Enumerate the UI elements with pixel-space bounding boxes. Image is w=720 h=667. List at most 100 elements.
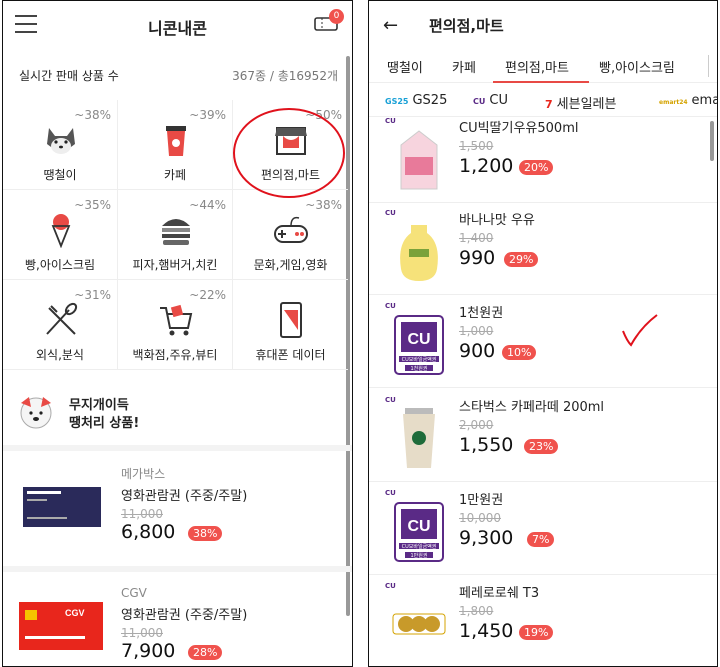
promo-text: 무지개이득 땡처리 상품!: [69, 397, 139, 433]
back-arrow-icon[interactable]: ←: [383, 15, 398, 36]
product-row[interactable]: CU 스타벅스 카페라떼 200ml 2,000 1,550 23%: [369, 388, 717, 482]
product-old-price: 10,000: [459, 511, 501, 525]
item-price: 7,900: [121, 640, 176, 662]
gs25-logo-icon: GS25: [385, 97, 409, 106]
fork-spoon-icon: [46, 302, 78, 335]
category-tabs: 땡철이 카페 편의점,마트 빵,아이스크림: [369, 49, 717, 83]
product-row[interactable]: CU CU빅딸기우유500ml 1,500 1,200 20%: [369, 109, 717, 203]
category-bread[interactable]: ~35% 빵,아이스크림: [3, 190, 118, 280]
stats-value: 367종 / 총16952개: [232, 69, 338, 83]
item-old-price: 11,000: [121, 507, 163, 521]
tab-convenience[interactable]: 편의점,마트: [505, 57, 569, 76]
product-name: 1만원권: [459, 493, 504, 508]
product-price: 1,450: [459, 620, 514, 642]
item-old-price: 11,000: [121, 626, 163, 640]
banana-milk-image: [400, 225, 438, 281]
category-pct: ~22%: [189, 288, 226, 302]
category-cafe[interactable]: ~39% 카페: [118, 100, 233, 190]
coffee-cup-icon: [166, 126, 186, 156]
list-item[interactable]: CGV CGV 영화관람권 (주중/주말) 11,000 7,900 28%: [3, 572, 352, 666]
cu-voucher-image: CU CU모바일금액권 1만원권: [394, 502, 444, 562]
brand-emart24[interactable]: emart24 ema: [659, 93, 718, 108]
discount-badge: 10%: [502, 345, 537, 360]
brand-gs25[interactable]: GS25 GS25: [385, 93, 447, 108]
phone-icon: [280, 302, 302, 338]
cu-logo-icon: CU: [473, 97, 486, 106]
starbucks-latte-image: [403, 408, 435, 468]
svg-text:CU: CU: [407, 331, 430, 348]
category-label: 카페: [163, 168, 187, 182]
product-name: 페레로로쉐 T3: [459, 586, 540, 601]
category-pct: ~35%: [74, 198, 111, 212]
product-price: 1,200: [459, 155, 514, 177]
list-item[interactable]: 메가박스 영화관람권 (주중/주말) 11,000 6,800 38%: [3, 451, 352, 566]
item-name: 영화관람권 (주중/주말): [121, 608, 248, 623]
product-price: 9,300: [459, 527, 514, 549]
category-pizza[interactable]: ~44% 피자,햄버거,치킨: [118, 190, 233, 280]
item-price: 6,800: [121, 521, 176, 543]
product-price: 900: [459, 340, 496, 362]
product-row[interactable]: CU 바나나맛 우유 1,400 990 29%: [369, 201, 717, 295]
cu-brand-logo-icon: CU: [385, 396, 396, 404]
discount-badge: 23%: [524, 439, 559, 454]
megabox-ticket-image: [23, 487, 101, 527]
product-old-price: 1,400: [459, 231, 494, 245]
item-brand: CGV: [121, 586, 147, 600]
category-pct: ~39%: [189, 108, 226, 122]
product-old-price: 2,000: [459, 418, 494, 432]
category-pct: ~44%: [189, 198, 226, 212]
category-culture[interactable]: ~38% 문화,게임,영화: [233, 190, 348, 280]
product-row[interactable]: CU CU CU모바일금액권 1천원권 1천원권 1,000 900 10%: [369, 294, 717, 388]
tab-ddaengcheol[interactable]: 땡철이: [387, 57, 423, 76]
cu-brand-logo-icon: CU: [385, 302, 396, 310]
promo-banner[interactable]: 무지개이득 땡처리 상품!: [17, 393, 338, 437]
active-tab-indicator: [493, 81, 589, 83]
category-label: 문화,게임,영화: [253, 258, 328, 272]
tab-overflow-divider: [708, 55, 709, 77]
gamepad-icon: [274, 216, 308, 243]
ticket-count-badge: 0: [329, 9, 344, 24]
tab-bread[interactable]: 빵,아이스크림: [599, 57, 675, 76]
promo-line1: 무지개이득: [69, 398, 129, 413]
item-brand: 메가박스: [121, 467, 166, 481]
tab-cafe[interactable]: 카페: [452, 57, 476, 76]
category-label: 백화점,주유,뷰티: [132, 348, 218, 362]
brand-label: ema: [691, 93, 718, 108]
cu-brand-logo-icon: CU: [385, 489, 396, 497]
brand-label: GS25: [412, 93, 448, 108]
category-department[interactable]: ~22% 백화점,주유,뷰티: [118, 280, 233, 370]
cu-brand-logo-icon: CU: [385, 117, 396, 125]
discount-badge: 19%: [519, 625, 554, 640]
product-old-price: 1,000: [459, 324, 494, 338]
product-price: 990: [459, 247, 496, 269]
product-old-price: 1,500: [459, 139, 494, 153]
burger-icon: [162, 219, 190, 245]
voucher-value: 1만원권: [411, 552, 428, 559]
page-header: ← 편의점,마트: [369, 1, 717, 49]
product-row[interactable]: CU CU CU모바일금액권 1만원권 1만원권 10,000 9,300 7%: [369, 481, 717, 575]
left-screen: 니콘내콘 0 실시간 판매 상품 수 367종 / 총16952개 ~38% 땡…: [2, 0, 353, 667]
category-pct: ~38%: [74, 108, 111, 122]
product-row[interactable]: CU 페레로로쉐 T3 1,800 1,450 19%: [369, 574, 717, 666]
product-old-price: 1,800: [459, 604, 494, 618]
page-title: 편의점,마트: [429, 17, 504, 35]
product-name: 바나나맛 우유: [459, 213, 535, 228]
category-phone-data[interactable]: 휴대폰 데이터: [233, 280, 348, 370]
red-circle-annotation: [233, 108, 345, 198]
svg-text:CU: CU: [407, 518, 430, 535]
category-label: 피자,햄버거,치킨: [132, 258, 218, 272]
emart24-logo-icon: emart24: [659, 99, 688, 106]
cu-voucher-image: CU CU모바일금액권 1천원권: [394, 315, 444, 375]
category-dining[interactable]: ~31% 외식,분식: [3, 280, 118, 370]
app-header: 니콘내콘 0: [3, 1, 352, 47]
brand-label: CU: [489, 93, 508, 108]
product-name: 1천원권: [459, 306, 504, 321]
voucher-caption: CU모바일금액권: [402, 356, 437, 363]
brand-cu[interactable]: CU CU: [473, 93, 508, 108]
category-label: 땡철이: [43, 168, 77, 182]
promo-line2: 땡처리 상품!: [69, 416, 140, 431]
dog-icon: [47, 128, 75, 154]
category-ddaengcheol[interactable]: ~38% 땡철이: [3, 100, 118, 190]
stats-label: 실시간 판매 상품 수: [19, 69, 119, 83]
discount-badge: 29%: [504, 252, 539, 267]
